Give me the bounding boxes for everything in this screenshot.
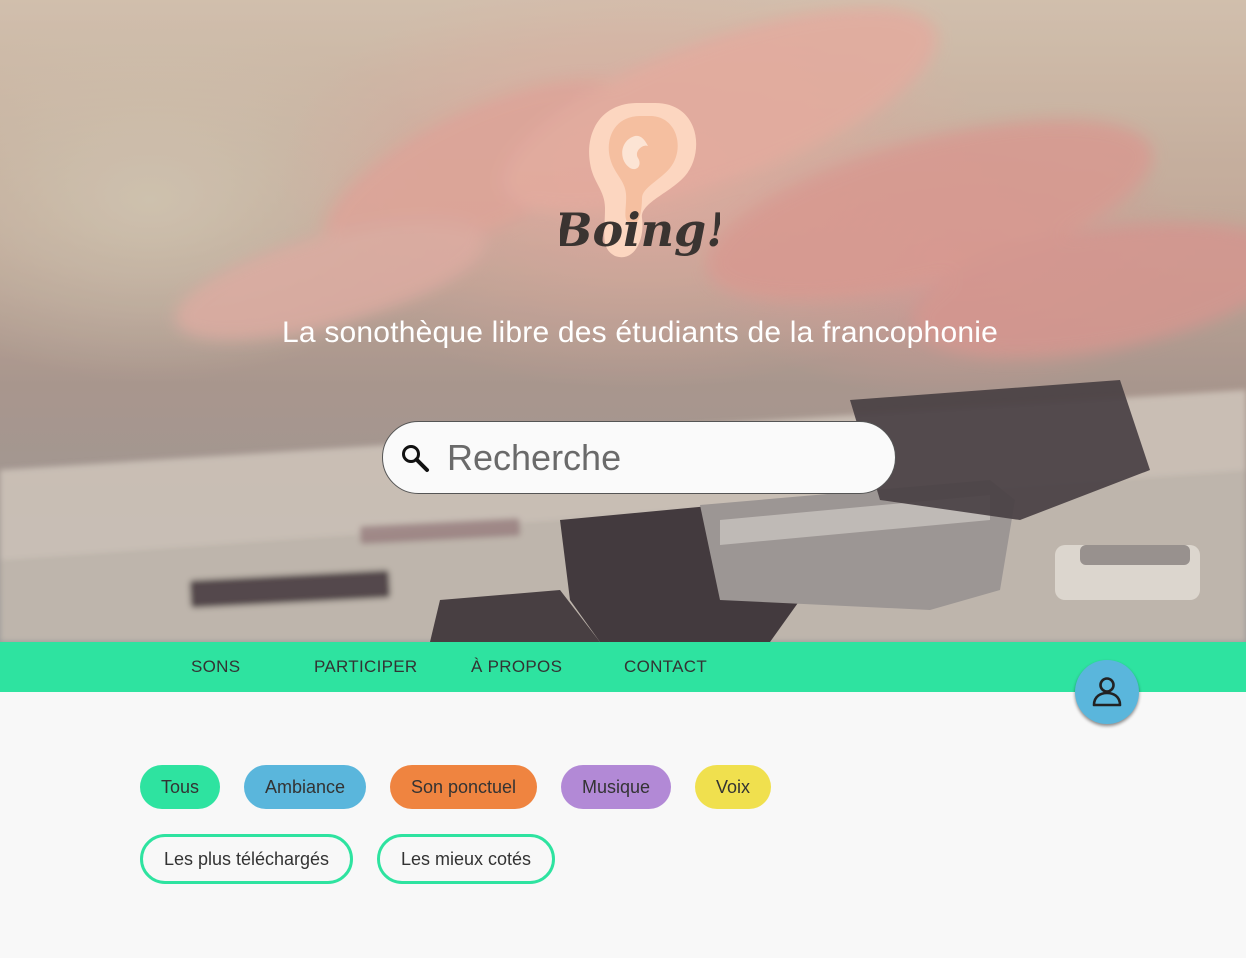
main-nav: SONS PARTICIPER À PROPOS CONTACT [0, 642, 1246, 692]
category-chip-son-ponctuel[interactable]: Son ponctuel [390, 765, 537, 809]
nav-item-sons[interactable]: SONS [191, 657, 240, 677]
search-icon[interactable] [400, 443, 430, 473]
category-chip-voix[interactable]: Voix [695, 765, 771, 809]
hero-banner: Boing! La sonothèque libre des étudiants… [0, 0, 1246, 642]
category-chip-tous[interactable]: Tous [140, 765, 220, 809]
nav-item-participer[interactable]: PARTICIPER [314, 657, 417, 677]
user-icon [1092, 677, 1122, 707]
hero-tagline: La sonothèque libre des étudiants de la … [282, 316, 998, 349]
page: Boing! La sonothèque libre des étudiants… [0, 0, 1246, 958]
nav-item-a-propos[interactable]: À PROPOS [471, 657, 562, 677]
search-bar[interactable] [382, 421, 896, 494]
sort-chip-best-rated[interactable]: Les mieux cotés [377, 834, 555, 884]
logo-text: Boing! [560, 203, 720, 257]
boing-logo[interactable]: Boing! [560, 98, 720, 268]
nav-item-contact[interactable]: CONTACT [624, 657, 707, 677]
category-chip-ambiance[interactable]: Ambiance [244, 765, 366, 809]
category-chip-musique[interactable]: Musique [561, 765, 671, 809]
search-input[interactable] [445, 435, 869, 480]
account-button[interactable] [1075, 660, 1139, 724]
sort-chip-most-downloaded[interactable]: Les plus téléchargés [140, 834, 353, 884]
